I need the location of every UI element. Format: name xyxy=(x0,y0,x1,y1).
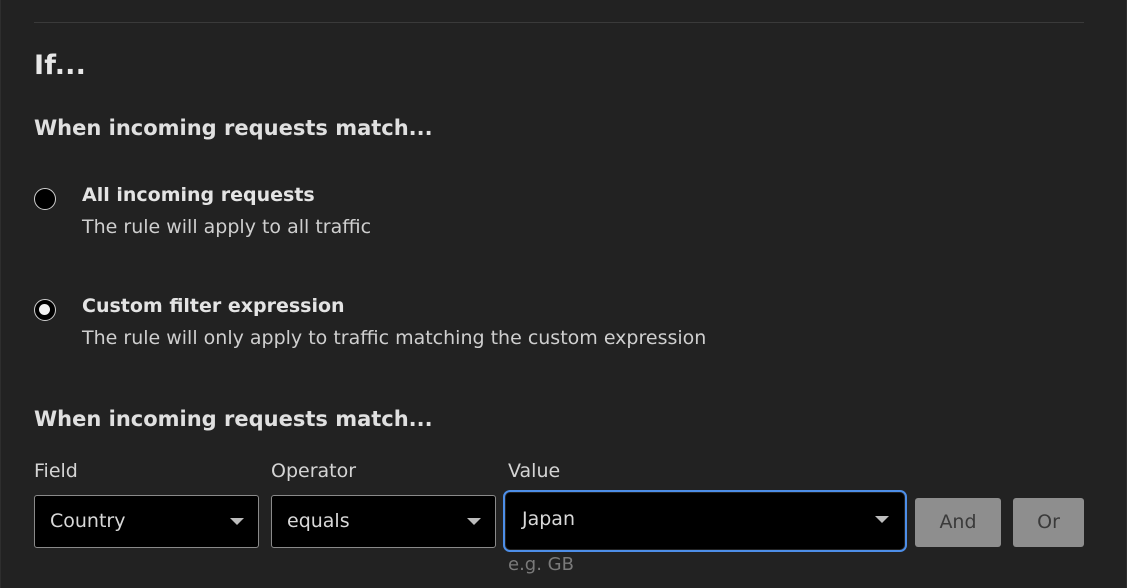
field-select-value: Country xyxy=(50,510,126,532)
radio-title-all-requests: All incoming requests xyxy=(82,184,315,206)
chevron-down-icon xyxy=(230,518,244,525)
or-button[interactable]: Or xyxy=(1013,498,1084,547)
radio-button-custom-expression[interactable] xyxy=(34,299,56,321)
radio-option-custom-expression[interactable]: Custom filter expression The rule will o… xyxy=(34,295,934,355)
field-select[interactable]: Country xyxy=(34,495,259,548)
match-heading: When incoming requests match... xyxy=(34,116,433,140)
expression-builder-heading: When incoming requests match... xyxy=(34,407,433,431)
value-select-value: Japan xyxy=(522,508,575,530)
value-select[interactable]: Japan xyxy=(503,490,907,552)
radio-title-custom-expression: Custom filter expression xyxy=(82,295,345,317)
operator-label: Operator xyxy=(271,460,357,482)
value-label: Value xyxy=(508,460,561,482)
rule-condition-panel: If... When incoming requests match... Al… xyxy=(0,0,1127,588)
section-divider xyxy=(34,22,1084,23)
radio-description-all-requests: The rule will apply to all traffic xyxy=(82,216,372,238)
radio-description-custom-expression: The rule will only apply to traffic matc… xyxy=(82,327,707,349)
field-label: Field xyxy=(34,460,78,482)
value-hint: e.g. GB xyxy=(508,554,574,575)
and-button[interactable]: And xyxy=(915,498,1001,547)
chevron-down-icon xyxy=(875,516,889,523)
operator-select[interactable]: equals xyxy=(271,495,496,548)
section-title: If... xyxy=(34,50,87,81)
operator-select-value: equals xyxy=(287,510,350,532)
chevron-down-icon xyxy=(467,518,481,525)
radio-button-all-requests[interactable] xyxy=(34,188,56,210)
radio-option-all-requests[interactable]: All incoming requests The rule will appl… xyxy=(34,184,934,244)
